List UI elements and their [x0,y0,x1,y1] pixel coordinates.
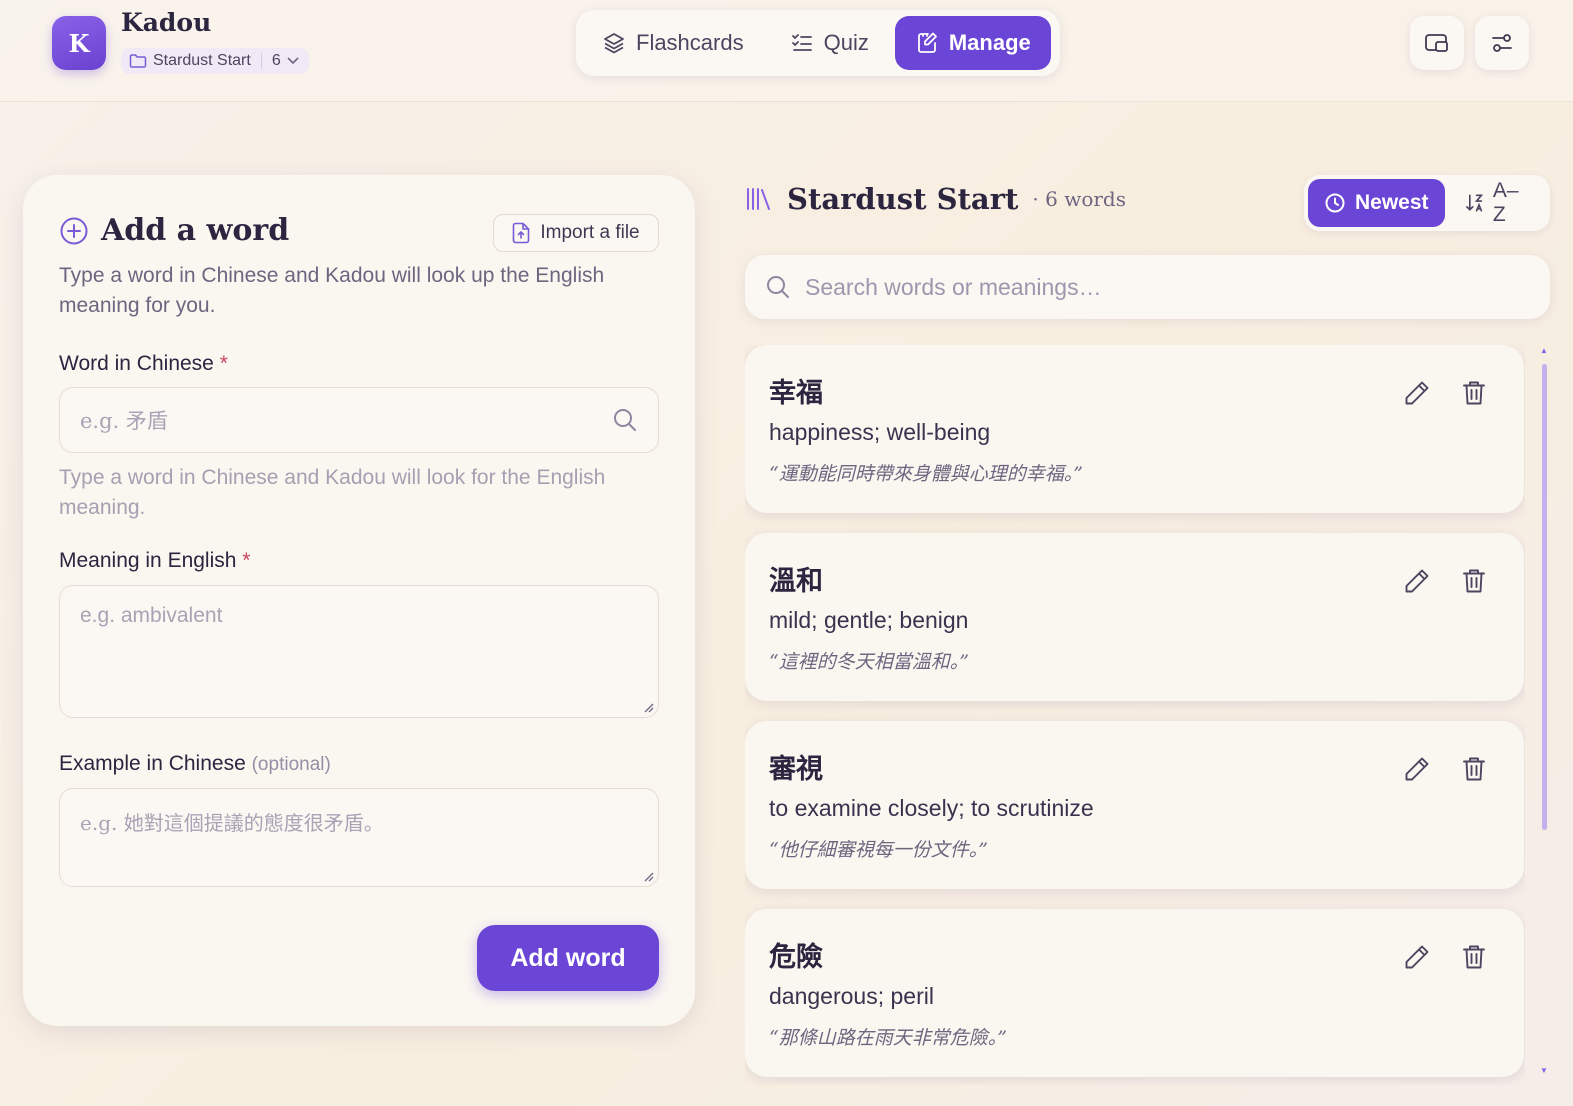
word-list-scrollbar[interactable]: ▲ ▼ [1538,346,1550,1078]
list-checks-icon [791,34,812,51]
pencil-icon[interactable] [1403,567,1431,595]
app-title: Kadou [121,8,212,37]
deck-name: Stardust Start [153,52,251,69]
sliders-icon [1492,34,1512,52]
resize-grip-icon[interactable] [642,870,654,882]
trash-icon[interactable] [1461,943,1487,971]
meaning-placeholder: e.g. ambivalent [80,604,223,627]
resize-grip-icon[interactable] [642,701,654,713]
tab-manage-label: Manage [948,30,1031,55]
word-list: 幸福 happiness; well-being “運動能同時帶來身體與心理的幸… [745,345,1525,1085]
pencil-icon[interactable] [1403,943,1431,971]
word-card[interactable]: 危險 dangerous; peril “那條山路在雨天非常危險。” [745,909,1524,1077]
search-icon [767,276,789,298]
edit-note-icon [917,32,937,53]
sort-newest-label: Newest [1355,191,1429,214]
word-field-hint: Type a word in Chinese and Kadou will lo… [59,466,606,519]
cast-screen-icon [1425,34,1448,52]
word-search-input[interactable]: Search words or meanings… [745,255,1550,319]
word-input[interactable]: e.g. 矛盾 [59,387,659,453]
word-example: “他仔細審視每一份文件。” [769,839,988,861]
search-icon [614,409,636,431]
app-logo: K [52,16,106,70]
scrollbar-thumb[interactable] [1542,364,1547,830]
word-meaning: to examine closely; to scrutinize [769,795,1094,821]
word-input-placeholder: e.g. 矛盾 [80,409,168,433]
tab-flashcards-label: Flashcards [636,30,744,55]
word-hanzi: 審視 [769,754,823,785]
plus-circle-icon [60,217,88,244]
scroll-down-arrow[interactable]: ▼ [1540,1066,1548,1075]
tab-manage[interactable]: Manage [894,16,1051,70]
add-word-title-row: Add a word [59,213,289,248]
add-word-card: Add a word Import a file Type a word in … [23,175,695,1026]
file-upload-icon [513,222,530,244]
word-card[interactable]: 溫和 mild; gentle; benign “這裡的冬天相當溫和。” [745,533,1524,701]
word-count: · 6 words [1032,187,1126,211]
word-card[interactable]: 審視 to examine closely; to scrutinize “他仔… [745,721,1524,889]
deck-title: Stardust Start [787,182,1019,216]
word-list-header: Stardust Start · 6 words [745,182,1126,216]
sort-az-button[interactable]: A–Z [1449,179,1546,227]
word-meaning: mild; gentle; benign [769,607,969,633]
word-hanzi: 危險 [769,942,823,973]
trash-icon[interactable] [1461,567,1487,595]
example-textarea[interactable]: e.g. 她對這個提議的態度很矛盾。 [59,788,659,887]
meaning-field-label: Meaning in English * [59,549,250,573]
word-example: “那條山路在雨天非常危險。” [769,1027,1007,1049]
add-word-button[interactable]: Add word [477,925,659,991]
import-file-label: Import a file [540,222,640,243]
word-meaning: dangerous; peril [769,983,934,1009]
pencil-icon[interactable] [1403,379,1431,407]
word-meaning: happiness; well-being [769,419,991,445]
word-card[interactable]: 幸福 happiness; well-being “運動能同時帶來身體與心理的幸… [745,345,1524,513]
app-header: K Kadou Stardust Start 6 Flashcards Quiz… [0,0,1573,102]
required-mark: * [219,352,228,375]
sort-alpha-icon [1465,194,1483,212]
meaning-textarea[interactable]: e.g. ambivalent [59,585,659,718]
import-file-button[interactable]: Import a file [493,214,659,252]
deck-count: 6 [271,52,281,69]
folder-icon [129,54,147,68]
chevron-down-icon [287,57,299,65]
word-label-text: Word in Chinese [59,352,214,375]
meaning-label-text: Meaning in English [59,549,237,572]
word-field-label: Word in Chinese * [59,352,228,376]
pencil-icon[interactable] [1403,755,1431,783]
word-example: “這裡的冬天相當溫和。” [769,651,969,673]
example-label-text: Example in Chinese [59,752,246,775]
sort-toggle: Newest A–Z [1304,175,1550,231]
tab-flashcards[interactable]: Flashcards [582,16,764,70]
add-word-title: Add a word [101,213,290,248]
deck-selector[interactable]: Stardust Start 6 [121,48,309,74]
scroll-up-arrow[interactable]: ▲ [1540,346,1548,355]
word-hanzi: 幸福 [769,378,823,409]
sort-newest-button[interactable]: Newest [1308,179,1445,227]
layers-icon [604,33,624,54]
trash-icon[interactable] [1461,755,1487,783]
search-placeholder: Search words or meanings… [805,273,1102,300]
tab-quiz-label: Quiz [823,30,869,55]
settings-button[interactable] [1475,16,1529,70]
cast-screen-button[interactable] [1410,16,1464,70]
clock-icon [1325,193,1345,213]
required-mark: * [242,549,251,572]
word-hanzi: 溫和 [769,566,823,597]
divider [260,53,262,69]
optional-tag: (optional) [251,754,331,775]
sort-az-label: A–Z [1492,179,1519,226]
library-icon [747,188,770,210]
tab-quiz[interactable]: Quiz [770,16,889,70]
trash-icon[interactable] [1461,379,1487,407]
add-word-description: Type a word in Chinese and Kadou will lo… [59,264,605,317]
main-nav: Flashcards Quiz Manage [576,10,1060,76]
example-placeholder: e.g. 她對這個提議的態度很矛盾。 [80,811,384,835]
word-example: “運動能同時帶來身體與心理的幸福。” [769,463,1083,485]
example-field-label: Example in Chinese (optional) [59,752,331,776]
